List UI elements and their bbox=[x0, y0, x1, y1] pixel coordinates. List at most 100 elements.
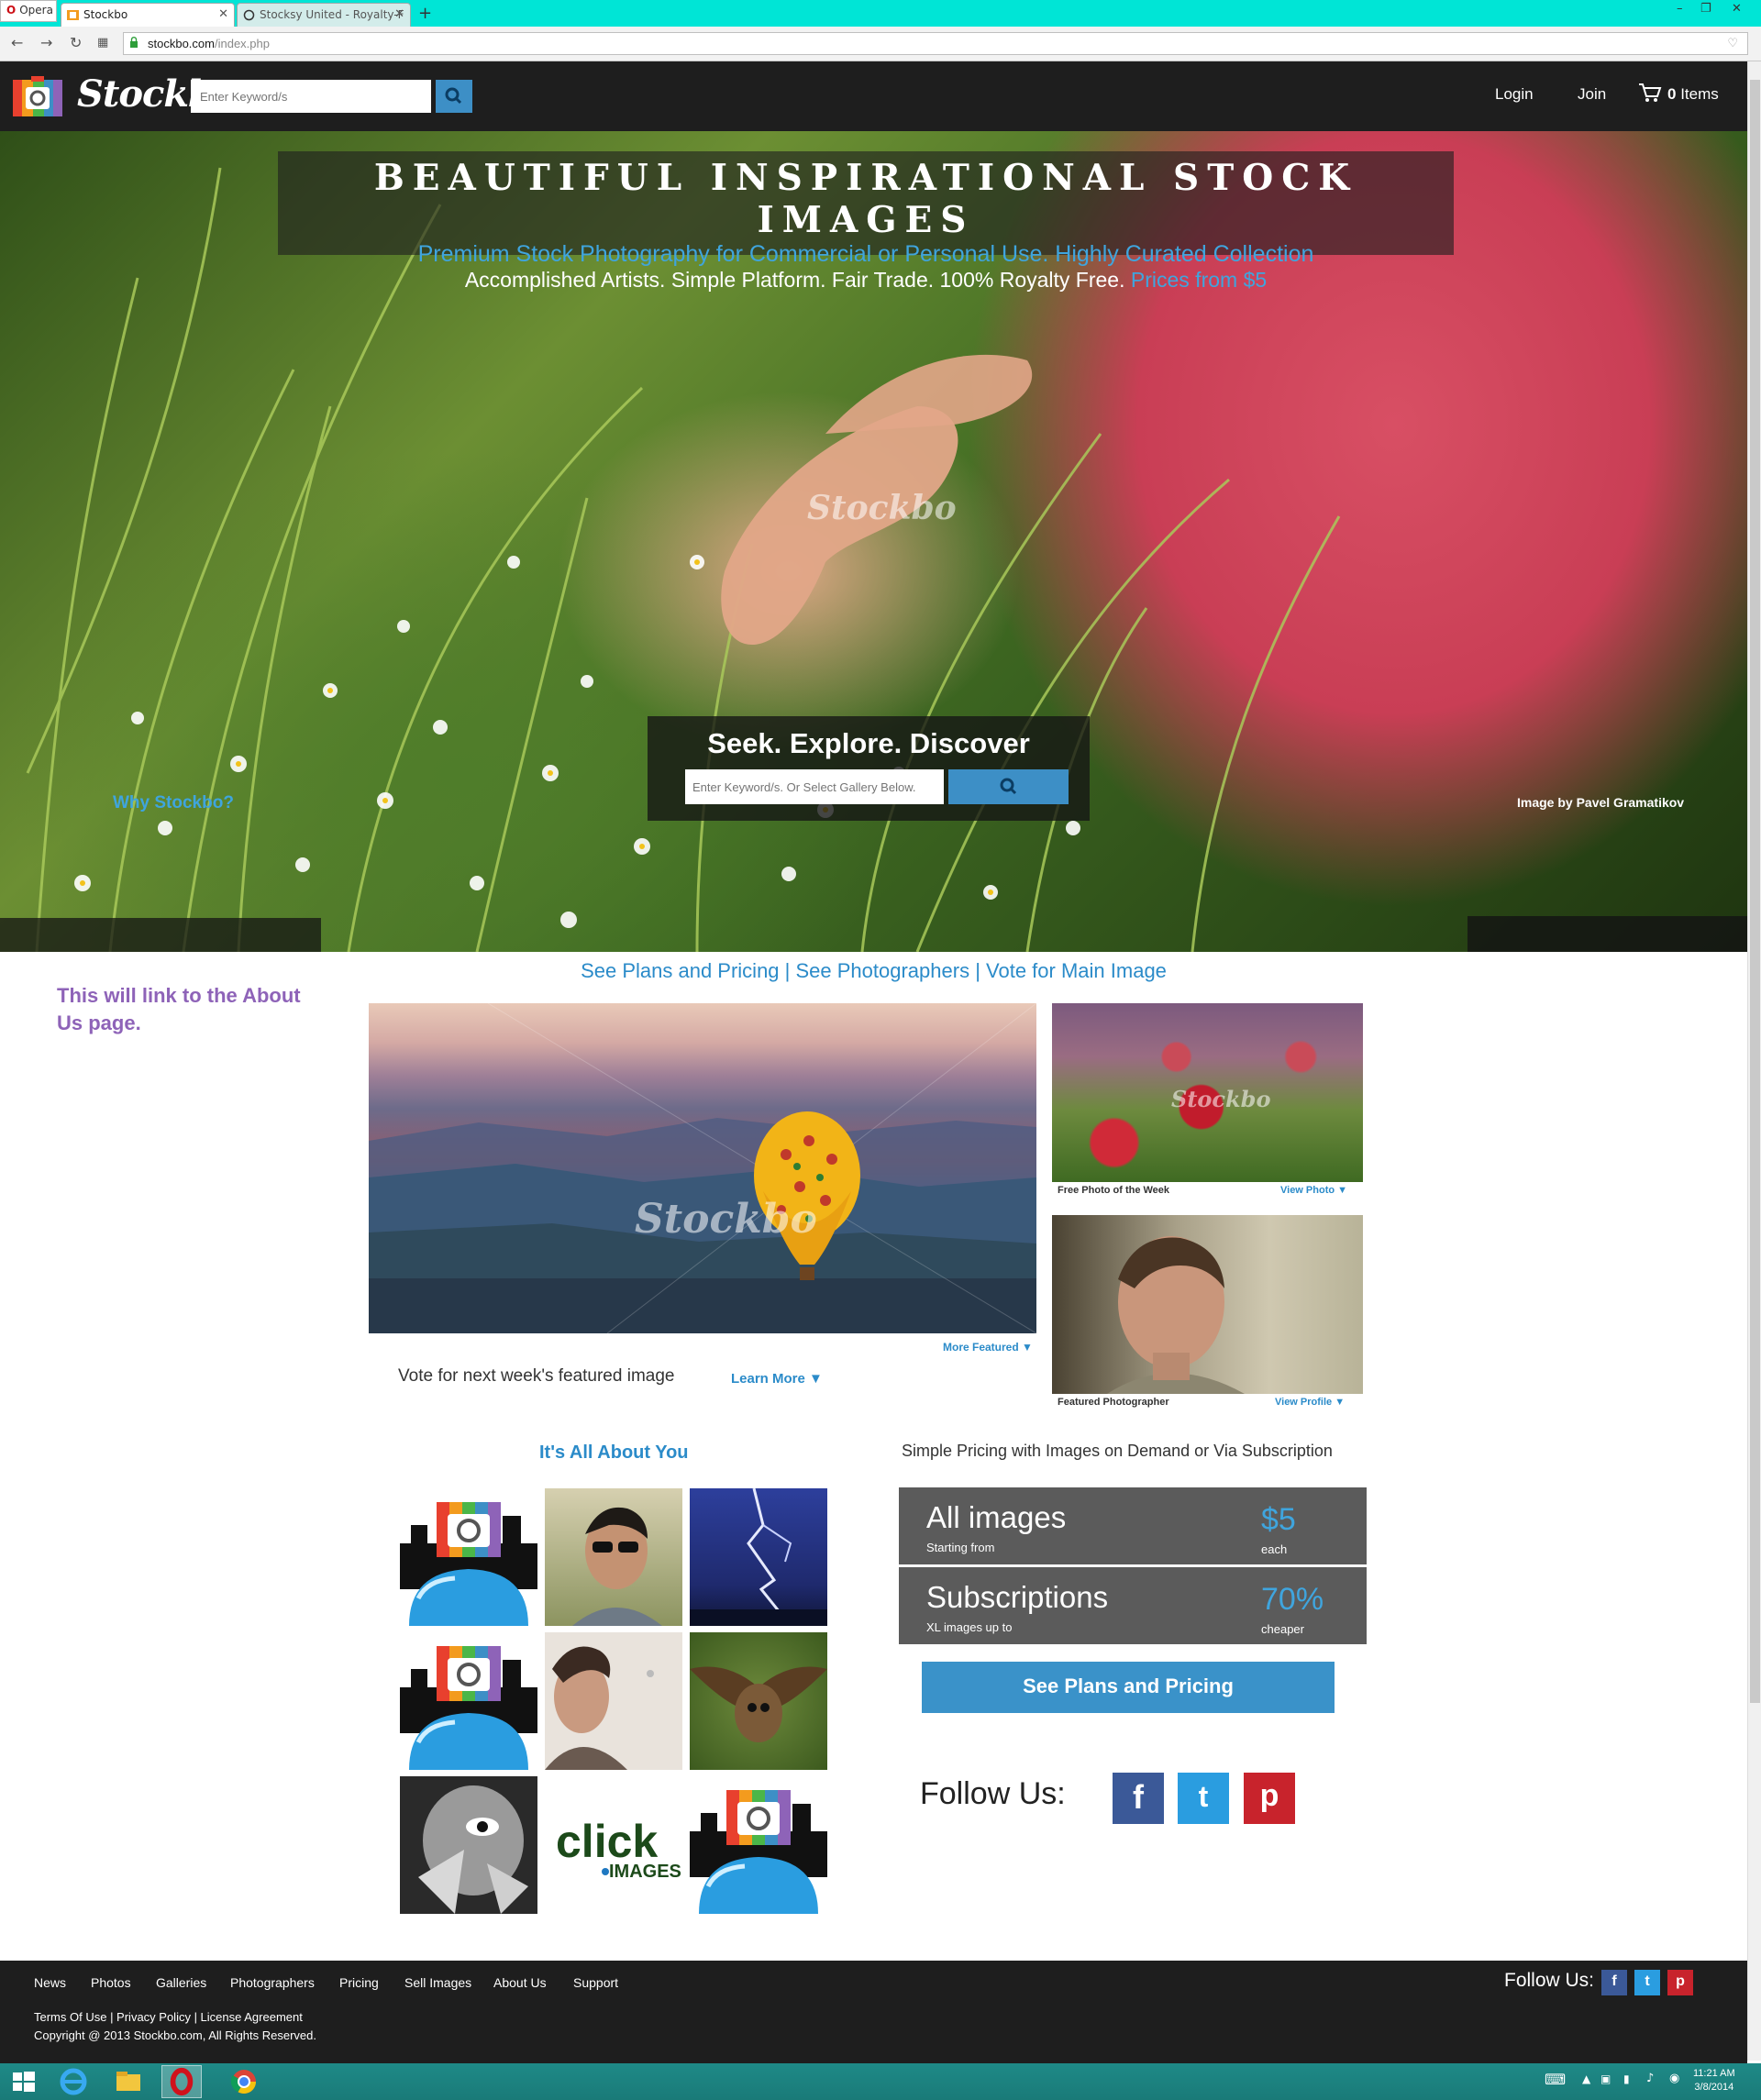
scrollbar-thumb[interactable] bbox=[1750, 80, 1760, 1703]
action-center-icon[interactable]: ▣ bbox=[1600, 2072, 1611, 2085]
url-field[interactable]: stockbo.com/index.php ♡ bbox=[123, 32, 1748, 55]
footer-copyright: Copyright @ 2013 Stockbo.com, All Rights… bbox=[34, 2028, 317, 2042]
free-photo-watermark: Stockbo bbox=[1171, 1086, 1271, 1112]
vote-text: Vote for next week's featured image bbox=[398, 1366, 675, 1386]
plans-pricing-link[interactable]: See Plans and Pricing bbox=[581, 959, 779, 982]
grid-tile-owl[interactable] bbox=[690, 1632, 827, 1770]
view-photo-link[interactable]: View Photo ▼ bbox=[1280, 1185, 1347, 1196]
back-icon[interactable]: ← bbox=[11, 34, 23, 51]
bw-portrait-image bbox=[400, 1776, 537, 1914]
opera-taskbar-icon[interactable] bbox=[161, 2065, 202, 2098]
seek-title: Seek. Explore. Discover bbox=[707, 727, 1030, 759]
svg-text:click: click bbox=[556, 1816, 658, 1867]
grid-tile-bw-portrait[interactable] bbox=[400, 1776, 537, 1914]
pinterest-icon[interactable]: p bbox=[1244, 1773, 1295, 1824]
join-link[interactable]: Join bbox=[1578, 85, 1606, 104]
tab-stocksy[interactable]: Stocksy United - Royalty-F ✕ bbox=[237, 3, 411, 27]
view-profile-link[interactable]: View Profile ▼ bbox=[1275, 1397, 1345, 1408]
header-search-input[interactable] bbox=[191, 80, 431, 113]
hero-tagline: Accomplished Artists. Simple Platform. F… bbox=[464, 268, 1268, 292]
follow-us-label: Follow Us: bbox=[920, 1776, 1066, 1811]
network-icon[interactable]: ▮ bbox=[1623, 2072, 1630, 2085]
about-note: This will link to the About Us page. bbox=[57, 984, 301, 1034]
learn-more-link[interactable]: Learn More ▼ bbox=[731, 1371, 823, 1387]
footer-link-photographers[interactable]: Photographers bbox=[230, 1975, 315, 1990]
search-icon bbox=[445, 87, 462, 105]
hero-banner: Stockbo BEAUTIFUL INSPIRATIONAL STOCK IM… bbox=[0, 131, 1747, 952]
footer-facebook-icon[interactable]: f bbox=[1601, 1970, 1627, 1995]
footer-twitter-icon[interactable]: t bbox=[1634, 1970, 1660, 1995]
footer-link-news[interactable]: News bbox=[34, 1975, 66, 1990]
grid-tile-click-images[interactable]: click IMAGES bbox=[545, 1776, 682, 1914]
facebook-icon[interactable]: f bbox=[1113, 1773, 1164, 1824]
header-search-button[interactable] bbox=[436, 80, 472, 113]
more-featured-link[interactable]: More Featured ▼ bbox=[943, 1341, 1033, 1354]
grid-tile-stockbo-logo-2[interactable] bbox=[400, 1632, 537, 1770]
reload-icon[interactable]: ↻ bbox=[70, 34, 82, 51]
hero-title: BEAUTIFUL INSPIRATIONAL STOCK IMAGES bbox=[373, 157, 1358, 241]
grid-tile-portrait-sunglasses[interactable] bbox=[545, 1488, 682, 1626]
new-tab-button[interactable]: + bbox=[418, 4, 432, 23]
featured-watermark: Stockbo bbox=[635, 1196, 817, 1243]
internet-explorer-icon[interactable] bbox=[53, 2065, 94, 2098]
price-subscriptions: Subscriptions XL images up to 70% cheape… bbox=[899, 1567, 1367, 1644]
file-explorer-icon[interactable] bbox=[108, 2065, 149, 2098]
prices-from-link[interactable]: Prices from $5 bbox=[1131, 268, 1267, 292]
footer-link-about-us[interactable]: About Us bbox=[493, 1975, 547, 1990]
footer-link-support[interactable]: Support bbox=[573, 1975, 618, 1990]
footer-link-photos[interactable]: Photos bbox=[91, 1975, 131, 1990]
photographers-link[interactable]: See Photographers bbox=[796, 959, 970, 982]
browser-tab-bar: O Opera Stockbo ✕ Stocksy United - Royalt… bbox=[0, 0, 1761, 27]
windows-start-icon[interactable] bbox=[4, 2065, 44, 2098]
twitter-icon[interactable]: t bbox=[1178, 1773, 1229, 1824]
opera-menu-button[interactable]: O Opera bbox=[0, 0, 57, 22]
speed-dial-icon[interactable]: ▦ bbox=[97, 36, 108, 50]
page-scrollbar[interactable] bbox=[1747, 61, 1761, 2061]
why-stockbo-link[interactable]: Why Stockbo? bbox=[113, 793, 234, 813]
show-hidden-icons-icon[interactable]: ▲ bbox=[1582, 2072, 1590, 2085]
vote-main-image-link[interactable]: Vote for Main Image bbox=[986, 959, 1167, 982]
window-close-icon[interactable]: ✕ bbox=[1732, 2, 1742, 16]
bookmark-heart-icon[interactable]: ♡ bbox=[1727, 36, 1738, 50]
footer-link-pricing[interactable]: Pricing bbox=[339, 1975, 379, 1990]
hero-watermark: Stockbo bbox=[807, 489, 957, 527]
stockbo-logo-icon[interactable] bbox=[13, 74, 62, 118]
login-link[interactable]: Login bbox=[1495, 85, 1534, 104]
pricing-heading: Simple Pricing with Images on Demand or … bbox=[902, 1442, 1333, 1460]
restore-icon[interactable]: ❐ bbox=[1700, 2, 1711, 16]
footer-legal-links[interactable]: Terms Of Use | Privacy Policy | License … bbox=[34, 2010, 303, 2024]
featured-photographer-caption: Featured Photographer bbox=[1058, 1397, 1169, 1408]
quick-links: See Plans and Pricing | See Photographer… bbox=[581, 959, 1167, 982]
cart-link[interactable]: 0 Items bbox=[1667, 85, 1719, 104]
image-credit: Image by Pavel Gramatikov bbox=[1517, 795, 1685, 810]
volume-icon[interactable]: ♪ bbox=[1646, 2072, 1654, 2085]
hero-search-box: Seek. Explore. Discover bbox=[648, 716, 1090, 821]
forward-icon[interactable]: → bbox=[40, 34, 52, 51]
hero-search-button[interactable] bbox=[948, 769, 1069, 804]
tab-stockbo[interactable]: Stockbo ✕ bbox=[61, 3, 235, 27]
taskbar-clock[interactable]: 11:21 AM 3/8/2014 bbox=[1693, 2067, 1735, 2094]
hero-subtitle: Premium Stock Photography for Commercial… bbox=[417, 241, 1314, 267]
grid-tile-stockbo-logo-3[interactable] bbox=[690, 1776, 827, 1914]
see-plans-button[interactable]: See Plans and Pricing bbox=[922, 1662, 1335, 1713]
stockbo-mascot-icon bbox=[400, 1502, 537, 1626]
featured-image[interactable]: Stockbo bbox=[369, 1003, 1036, 1333]
hero-search-input[interactable] bbox=[685, 769, 944, 804]
free-photo-image[interactable]: Stockbo bbox=[1052, 1003, 1363, 1182]
footer-link-galleries[interactable]: Galleries bbox=[156, 1975, 206, 1990]
close-tab-icon[interactable]: ✕ bbox=[218, 7, 228, 21]
grid-tile-lightning[interactable] bbox=[690, 1488, 827, 1626]
footer-link-sell-images[interactable]: Sell Images bbox=[404, 1975, 471, 1990]
about-you-heading: It's All About You bbox=[539, 1442, 689, 1463]
close-tab-icon[interactable]: ✕ bbox=[394, 7, 404, 21]
minimize-icon[interactable]: – bbox=[1677, 2, 1683, 16]
photographer-portrait bbox=[1107, 1236, 1245, 1394]
grid-tile-portrait-man[interactable] bbox=[545, 1632, 682, 1770]
featured-photographer-image[interactable] bbox=[1052, 1215, 1363, 1394]
chrome-icon[interactable] bbox=[224, 2065, 264, 2098]
keyboard-icon[interactable]: ⌨ bbox=[1545, 2071, 1566, 2088]
grid-tile-stockbo-logo[interactable] bbox=[400, 1488, 537, 1626]
cart-icon[interactable] bbox=[1638, 82, 1662, 104]
footer-pinterest-icon[interactable]: p bbox=[1667, 1970, 1693, 1995]
security-tray-icon[interactable]: ◉ bbox=[1669, 2072, 1679, 2085]
